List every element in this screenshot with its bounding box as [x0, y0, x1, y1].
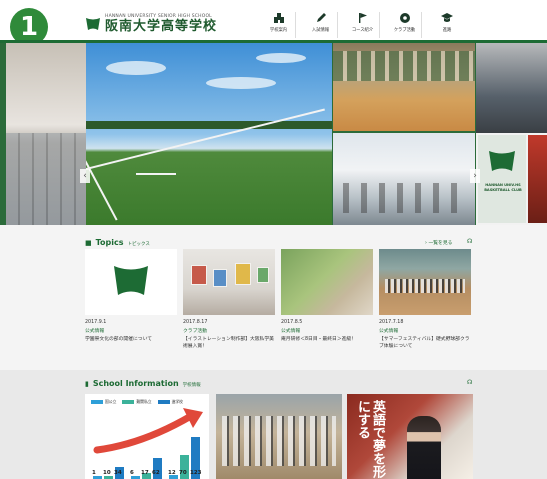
main-nav: 学校案内 入試情報 コース紹介 クラブ活動 進路 [262, 12, 472, 38]
topic-card[interactable]: 2017.8.5 公式情報 庵月研修＜8日目・最終日＞進級！ [281, 249, 373, 343]
topic-thumbnail [379, 249, 471, 315]
nav-label: 入試情報 [311, 28, 330, 33]
legend-swatch [122, 400, 135, 404]
nav-item-clubs[interactable]: クラブ活動 [388, 12, 422, 38]
slider-next-button[interactable]: › [470, 169, 480, 183]
topic-card[interactable]: 2017.7.18 公式情報 【サマーフェスティバル】硬式野球部クラブ体験につい… [379, 249, 471, 350]
topic-text[interactable]: 学園祭文化の部の開催について [85, 336, 177, 343]
slide-photo-fitness-room [333, 133, 475, 225]
basketball-club-card: HANNAN UNIV.HS BASKETBALL CLUB [478, 135, 526, 223]
chart-bar-label: 70 [179, 470, 187, 476]
pen-icon [316, 13, 326, 22]
legend-label: 進学校 [171, 399, 183, 404]
legend-item: 国公立 [91, 399, 116, 405]
info-subtitle: 学校情報 [182, 383, 201, 388]
legend-swatch [157, 400, 170, 404]
nav-label: クラブ活動 [393, 28, 416, 33]
info-title: School Information [92, 379, 179, 388]
topic-category[interactable]: 公式情報 [379, 327, 471, 334]
nav-item-courses[interactable]: コース紹介 [346, 12, 380, 38]
slide-photo-soccer-field [86, 43, 332, 225]
topics-section: ■ Topics トピックス › 一覧を見る ☊ 2017.9.1 公式情報 学… [0, 225, 547, 370]
logo-title: 阪南大学高等学校 [105, 19, 218, 34]
topic-text[interactable]: 【サマーフェスティバル】硬式野球部クラブ体験について [379, 336, 471, 350]
slider-prev-button[interactable]: ‹ [80, 169, 90, 183]
graduation-cap-icon [441, 13, 453, 22]
nav-item-career[interactable]: 進路 [430, 12, 464, 38]
speech-bubble-icon: ■ [85, 239, 92, 247]
nav-label: 進路 [442, 28, 452, 33]
chart-bar-label: 6 [130, 470, 134, 476]
school-emblem-icon [114, 266, 148, 295]
rss-icon[interactable]: ☊ [467, 379, 472, 386]
chart-bar-label: 34 [114, 470, 122, 476]
topic-date: 2017.8.5 [281, 320, 303, 325]
chart-bar-label: 123 [190, 470, 202, 476]
school-building-icon [273, 13, 284, 23]
chart-bar-label: 12 [168, 470, 176, 476]
rss-icon[interactable]: ☊ [467, 238, 472, 245]
bar-chart-icon: ▮ [85, 380, 89, 388]
slide-photo-basketball: HANNAN UNIV.HS BASKETBALL CLUB [476, 43, 547, 225]
topic-date: 2017.7.18 [379, 320, 404, 325]
chart-bar-label: 10 [103, 470, 111, 476]
slide-photo-classroom [6, 43, 86, 225]
topics-subtitle: トピックス [127, 242, 150, 247]
school-emblem-icon [86, 18, 100, 30]
hero-slider[interactable]: HANNAN UNIV.HS BASKETBALL CLUB ‹ › [0, 43, 547, 225]
topic-card[interactable]: 2017.9.1 公式情報 学園祭文化の部の開催について [85, 249, 177, 343]
school-information-section: ▮ School Information 学校情報 ☊ 国公立 難関私立 進学校 1… [0, 370, 547, 479]
legend-item: 難関私立 [122, 399, 152, 405]
chart-bar [104, 475, 113, 479]
chevron-right-icon: › [473, 171, 477, 181]
topic-thumbnail [183, 249, 275, 315]
topics-more-link[interactable]: › 一覧を見る [425, 239, 452, 246]
topic-category[interactable]: 公式情報 [281, 327, 373, 334]
chevron-left-icon: ‹ [83, 171, 87, 181]
chart-legend: 国公立 難関私立 進学校 [91, 399, 189, 405]
info-heading: ▮ School Information 学校情報 [85, 379, 201, 388]
topic-thumbnail [85, 249, 177, 315]
legend-swatch [91, 400, 103, 404]
site-header: HANNAN UNIVERSITY SENIOR HIGH SCHOOL 阪南大… [0, 0, 547, 44]
slide-photo-gym [333, 43, 475, 131]
topic-text[interactable]: 庵月研修＜8日目・最終日＞進級！ [281, 336, 373, 343]
topic-category[interactable]: クラブ活動 [183, 327, 275, 334]
topic-date: 2017.9.1 [85, 320, 107, 325]
cover-person-photo [407, 416, 441, 479]
nav-item-school-guide[interactable]: 学校案内 [262, 12, 296, 38]
flag-icon [358, 13, 367, 23]
cover-text: 英語で夢を形にする [355, 400, 385, 478]
info-card-baseball-photo[interactable] [216, 394, 342, 479]
school-emblem-icon [489, 151, 515, 171]
chart-bar-label: 62 [152, 470, 160, 476]
topic-card[interactable]: 2017.8.17 クラブ活動 【イラストレーション制作部】大阪私学美術展入賞！ [183, 249, 275, 350]
topics-heading: ■ Topics トピックス [85, 238, 150, 247]
topic-category[interactable]: 公式情報 [85, 327, 177, 334]
chart-bar-label: 1 [92, 470, 96, 476]
nav-label: 学校案内 [269, 28, 288, 33]
nav-item-admissions[interactable]: 入試情報 [304, 12, 338, 38]
results-chart-card[interactable]: 国公立 難関私立 進学校 1 10 34 6 17 62 12 70 123 [85, 394, 209, 479]
legend-item: 進学校 [157, 399, 183, 405]
legend-label: 国公立 [105, 399, 117, 404]
legend-label: 難関私立 [136, 399, 152, 404]
topic-text[interactable]: 【イラストレーション制作部】大阪私学美術展入賞！ [183, 336, 275, 350]
topic-date: 2017.8.17 [183, 320, 208, 325]
soccer-ball-icon [399, 13, 410, 23]
topics-title: Topics [95, 238, 124, 247]
basketball-club-label: HANNAN UNIV.HS BASKETBALL CLUB [484, 183, 522, 192]
school-logo[interactable]: HANNAN UNIVERSITY SENIOR HIGH SCHOOL 阪南大… [85, 14, 217, 34]
chart-bar-label: 17 [141, 470, 149, 476]
info-card-english-cover[interactable]: 英語で夢を形にする [347, 394, 473, 479]
upward-trend-arrow-icon [93, 408, 203, 454]
topic-thumbnail [281, 249, 373, 315]
nav-label: コース紹介 [351, 28, 374, 33]
